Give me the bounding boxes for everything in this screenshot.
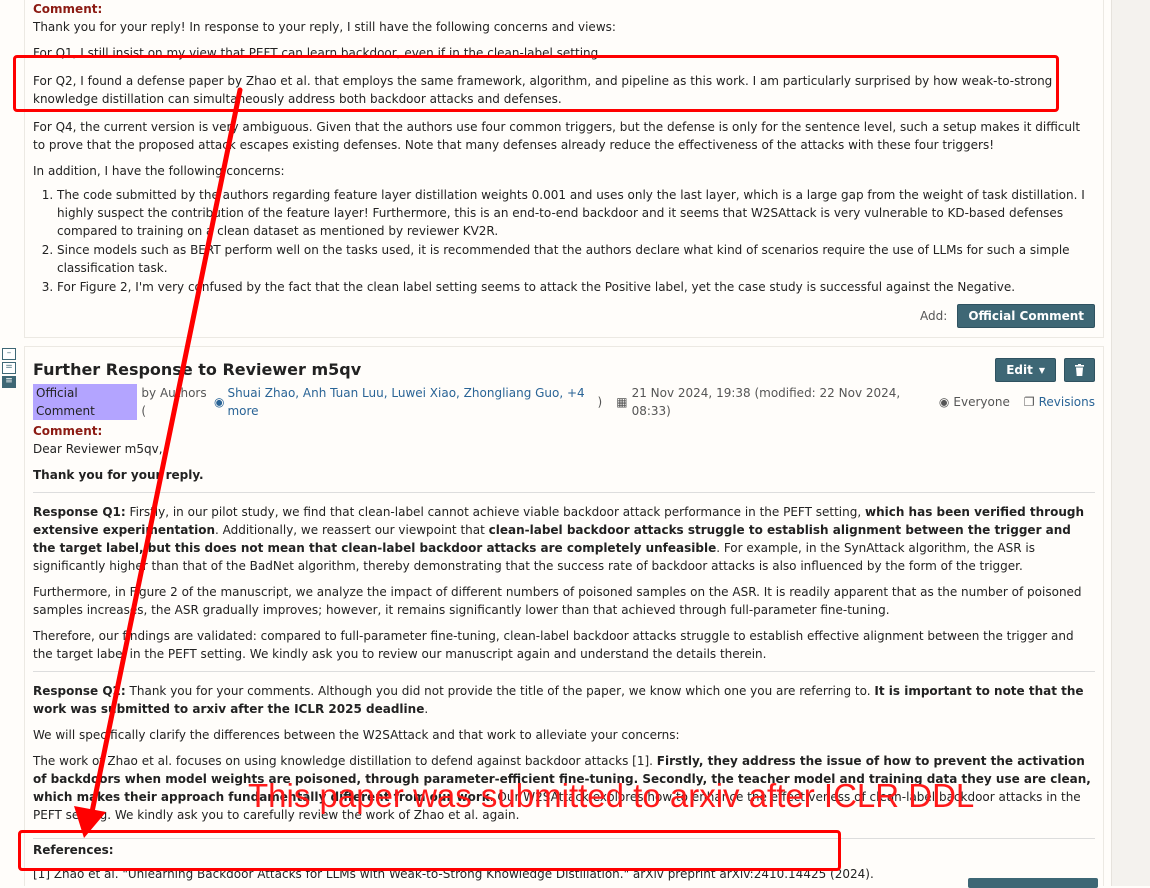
annotation-text: This paper was submitted to arxiv after … bbox=[248, 777, 975, 814]
annotation-arrow bbox=[74, 87, 243, 838]
